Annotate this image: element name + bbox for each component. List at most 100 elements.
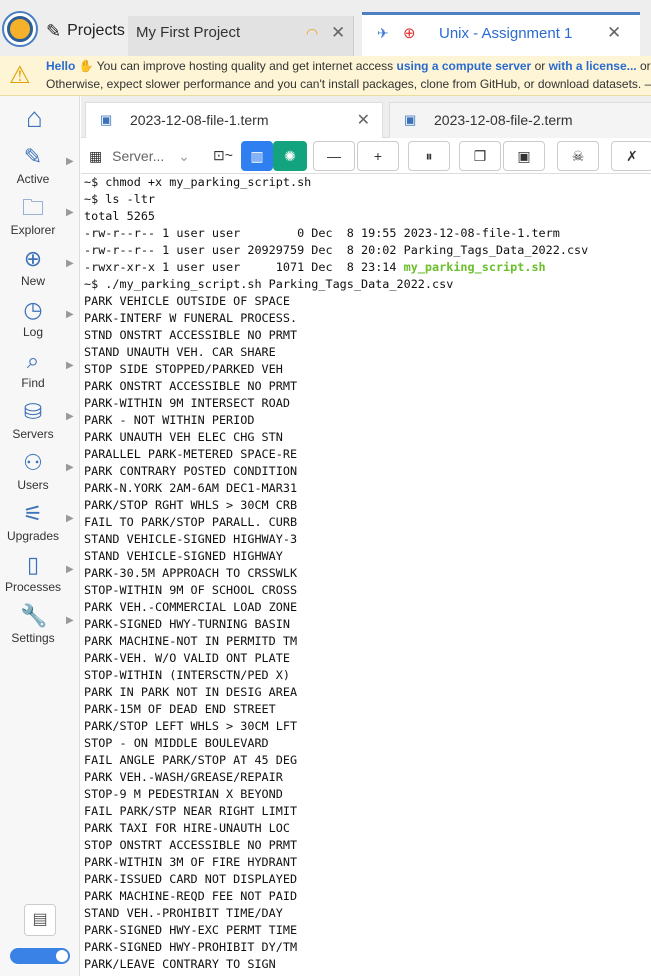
sidebar-item-upgrades[interactable]: ⚟ Upgrades xyxy=(0,501,66,543)
user-plus-icon: ⚇ xyxy=(23,450,43,475)
expand-arrow-icon[interactable]: ▶ xyxy=(66,615,74,626)
file-tab-2[interactable]: ▣ 2023-12-08-file-2.term xyxy=(389,102,651,138)
expand-arrow-icon[interactable]: ▶ xyxy=(66,258,74,269)
minus-icon: — xyxy=(327,148,341,164)
user-x-icon: ✗ xyxy=(626,148,638,164)
expand-arrow-icon[interactable]: ▶ xyxy=(66,564,74,575)
skull-icon: ☠ xyxy=(571,148,585,164)
terminal-line: PARK-SIGNED HWY-TURNING BASIN xyxy=(84,616,651,633)
hello-link[interactable]: Hello xyxy=(46,59,75,73)
sidebar-item-settings[interactable]: 🔧 Settings xyxy=(0,603,66,645)
terminal-line: PARK-ISSUED CARD NOT DISPLAYED xyxy=(84,871,651,888)
terminal-line-text: PARK IN PARK NOT IN DESIG AREA xyxy=(84,685,298,699)
terminal-line: ~$ chmod +x my_parking_script.sh xyxy=(84,174,651,191)
terminal-line: PARK/LEAVE CONTRARY TO SIGN xyxy=(84,956,651,973)
terminal-line: STOP SIDE STOPPED/PARKED VEH xyxy=(84,361,651,378)
expand-arrow-icon[interactable]: ▶ xyxy=(66,513,74,524)
close-icon[interactable]: ✕ xyxy=(331,23,345,43)
close-icon[interactable]: ✕ xyxy=(357,110,370,130)
sidebar-item-explorer[interactable]: 🗀 Explorer xyxy=(0,195,66,237)
file-tab-1[interactable]: ▣ 2023-12-08-file-1.term ✕ xyxy=(85,102,383,138)
terminal-line: -rw-r--r-- 1 user user 20929759 Dec 8 20… xyxy=(84,242,651,259)
terminal-line-text: PARK-WITHIN 3M OF FIRE HYDRANT xyxy=(84,855,298,869)
terminal-line: STOP - ON MIDDLE BOULEVARD xyxy=(84,735,651,752)
terminal-line-text: PARALLEL PARK-METERED SPACE-RE xyxy=(84,447,298,461)
project-tab-label: My First Project xyxy=(136,24,241,41)
terminal-output[interactable]: ~$ chmod +x my_parking_script.sh ~$ ls -l… xyxy=(84,174,651,976)
paste-button[interactable]: ▣ xyxy=(503,141,545,171)
terminal-line-text: PARK-VEH. W/O VALID ONT PLATE xyxy=(84,651,290,665)
expand-arrow-icon[interactable]: ▶ xyxy=(66,411,74,422)
clipboard-icon: ▣ xyxy=(517,148,531,164)
expand-arrow-icon[interactable]: ▶ xyxy=(66,207,74,218)
wifi-icon: ◠ xyxy=(306,25,319,41)
terminal-line: PARK VEHICLE OUTSIDE OF SPACE xyxy=(84,293,651,310)
active-project-tab[interactable]: ✈ ⊕ Unix - Assignment 1 ✕ xyxy=(362,12,640,56)
banner-or: or xyxy=(534,59,546,73)
terminal-line-text: PARK/LEAVE CONTRARY TO SIGN xyxy=(84,957,276,971)
terminal-line: PARK/STOP RGHT WHLS > 30CM CRB xyxy=(84,497,651,514)
sidebar-toggle[interactable] xyxy=(10,948,70,964)
expand-arrow-icon[interactable]: ▶ xyxy=(66,156,74,167)
sidebar-item-label: Log xyxy=(22,325,44,339)
sidebar-item-processes[interactable]: ▯ Processes xyxy=(0,552,66,594)
terminal-line: PARK-N.YORK 2AM-6AM DEC1-MAR31 xyxy=(84,480,651,497)
ai-assistant-button[interactable]: ✺ xyxy=(273,141,307,171)
terminal-line: STAND VEHICLE-SIGNED HIGHWAY xyxy=(84,548,651,565)
expand-arrow-icon[interactable]: ▶ xyxy=(66,462,74,473)
server-select[interactable]: ▦ Server... ⌄ xyxy=(89,141,197,171)
sidebar-item-label: Upgrades xyxy=(6,529,60,543)
terminal-line: PARK TAXI FOR HIRE-UNAUTH LOC xyxy=(84,820,651,837)
home-icon[interactable]: ⌂ xyxy=(26,104,54,132)
banner-line-2: Otherwise, expect slower performance and… xyxy=(46,77,651,91)
terminal-line: -rw-r--r-- 1 user user 0 Dec 8 19:55 202… xyxy=(84,225,651,242)
terminal-line-text: ~$ ls -ltr xyxy=(84,192,156,206)
terminal-line-text: STOP-9 M PEDESTRIAN X BEYOND xyxy=(84,787,283,801)
server-icon: ⛁ xyxy=(23,399,43,424)
expand-arrow-icon[interactable]: ▶ xyxy=(66,309,74,320)
terminal-line-text: STOP-WITHIN (INTERSCTN/PED X) xyxy=(84,668,290,682)
terminal-line-text: PARK-15M OF DEAD END STREET xyxy=(84,702,276,716)
terminal-line-text: PARK VEHICLE OUTSIDE OF SPACE xyxy=(84,294,290,308)
expand-arrow-icon[interactable]: ▶ xyxy=(66,360,74,371)
file-tab-label: 2023-12-08-file-2.term xyxy=(434,112,573,128)
search-icon: ⌕ xyxy=(26,348,40,373)
terminal-line-text: PARK-30.5M APPROACH TO CRSSWLK xyxy=(84,566,298,580)
terminal-line: PARK VEH.-WASH/GREASE/REPAIR xyxy=(84,769,651,786)
zoom-in-button[interactable]: + xyxy=(357,141,399,171)
pause-button[interactable]: ⏸ xyxy=(408,141,450,171)
globe-icon: ⊕ xyxy=(403,25,416,42)
terminal-line-text: PARK-INTERF W FUNERAL PROCESS. xyxy=(84,311,298,325)
sidebar-item-active[interactable]: ✎ Active xyxy=(0,144,66,186)
terminal-line-text: PARK/STOP RGHT WHLS > 30CM CRB xyxy=(84,498,298,512)
terminal-line-text: STOP - ON MIDDLE BOULEVARD xyxy=(84,736,269,750)
sidebar-item-find[interactable]: ⌕ Find xyxy=(0,348,66,390)
sidebar-item-log[interactable]: ◷ Log xyxy=(0,297,66,339)
cocalc-logo[interactable] xyxy=(2,11,38,47)
sidebar-item-label: Settings xyxy=(11,631,55,645)
sidebar-item-label: New xyxy=(20,274,45,288)
terminal-select[interactable]: ⊡~ xyxy=(205,141,241,171)
map-button[interactable]: ▥ xyxy=(241,141,273,171)
projects-tab[interactable]: ✎ Projects xyxy=(46,18,125,44)
sidebar-layout-icon[interactable]: ▤ xyxy=(24,904,56,936)
compute-server-link[interactable]: using a compute server xyxy=(397,59,532,73)
terminal-line: PARK - NOT WITHIN PERIOD xyxy=(84,412,651,429)
project-tab[interactable]: My First Project ◠ ✕ xyxy=(128,16,354,56)
kill-button[interactable]: ☠ xyxy=(557,141,599,171)
terminal-line: PARK IN PARK NOT IN DESIG AREA xyxy=(84,684,651,701)
zoom-out-button[interactable]: — xyxy=(313,141,355,171)
sidebar-item-new[interactable]: ⊕ New xyxy=(0,246,66,288)
copy-button[interactable]: ❐ xyxy=(459,141,501,171)
sidebar-item-servers[interactable]: ⛁ Servers xyxy=(0,399,66,441)
active-tab-label: Unix - Assignment 1 xyxy=(439,25,573,42)
terminal-line: STOP-9 M PEDESTRIAN X BEYOND xyxy=(84,786,651,803)
sidebar-item-users[interactable]: ⚇ Users xyxy=(0,450,66,492)
license-link[interactable]: with a license... xyxy=(549,59,637,73)
close-icon[interactable]: ✕ xyxy=(607,23,621,43)
terminal-line-text: PARK-ISSUED CARD NOT DISPLAYED xyxy=(84,872,298,886)
remove-user-button[interactable]: ✗ xyxy=(611,141,651,171)
terminal-line-text: PARK MACHINE-NOT IN PERMITD TM xyxy=(84,634,298,648)
terminal-line-text: PARK-SIGNED HWY-PROHIBIT DY/TM xyxy=(84,940,298,954)
terminal-line: PARK-VEH. W/O VALID ONT PLATE xyxy=(84,650,651,667)
